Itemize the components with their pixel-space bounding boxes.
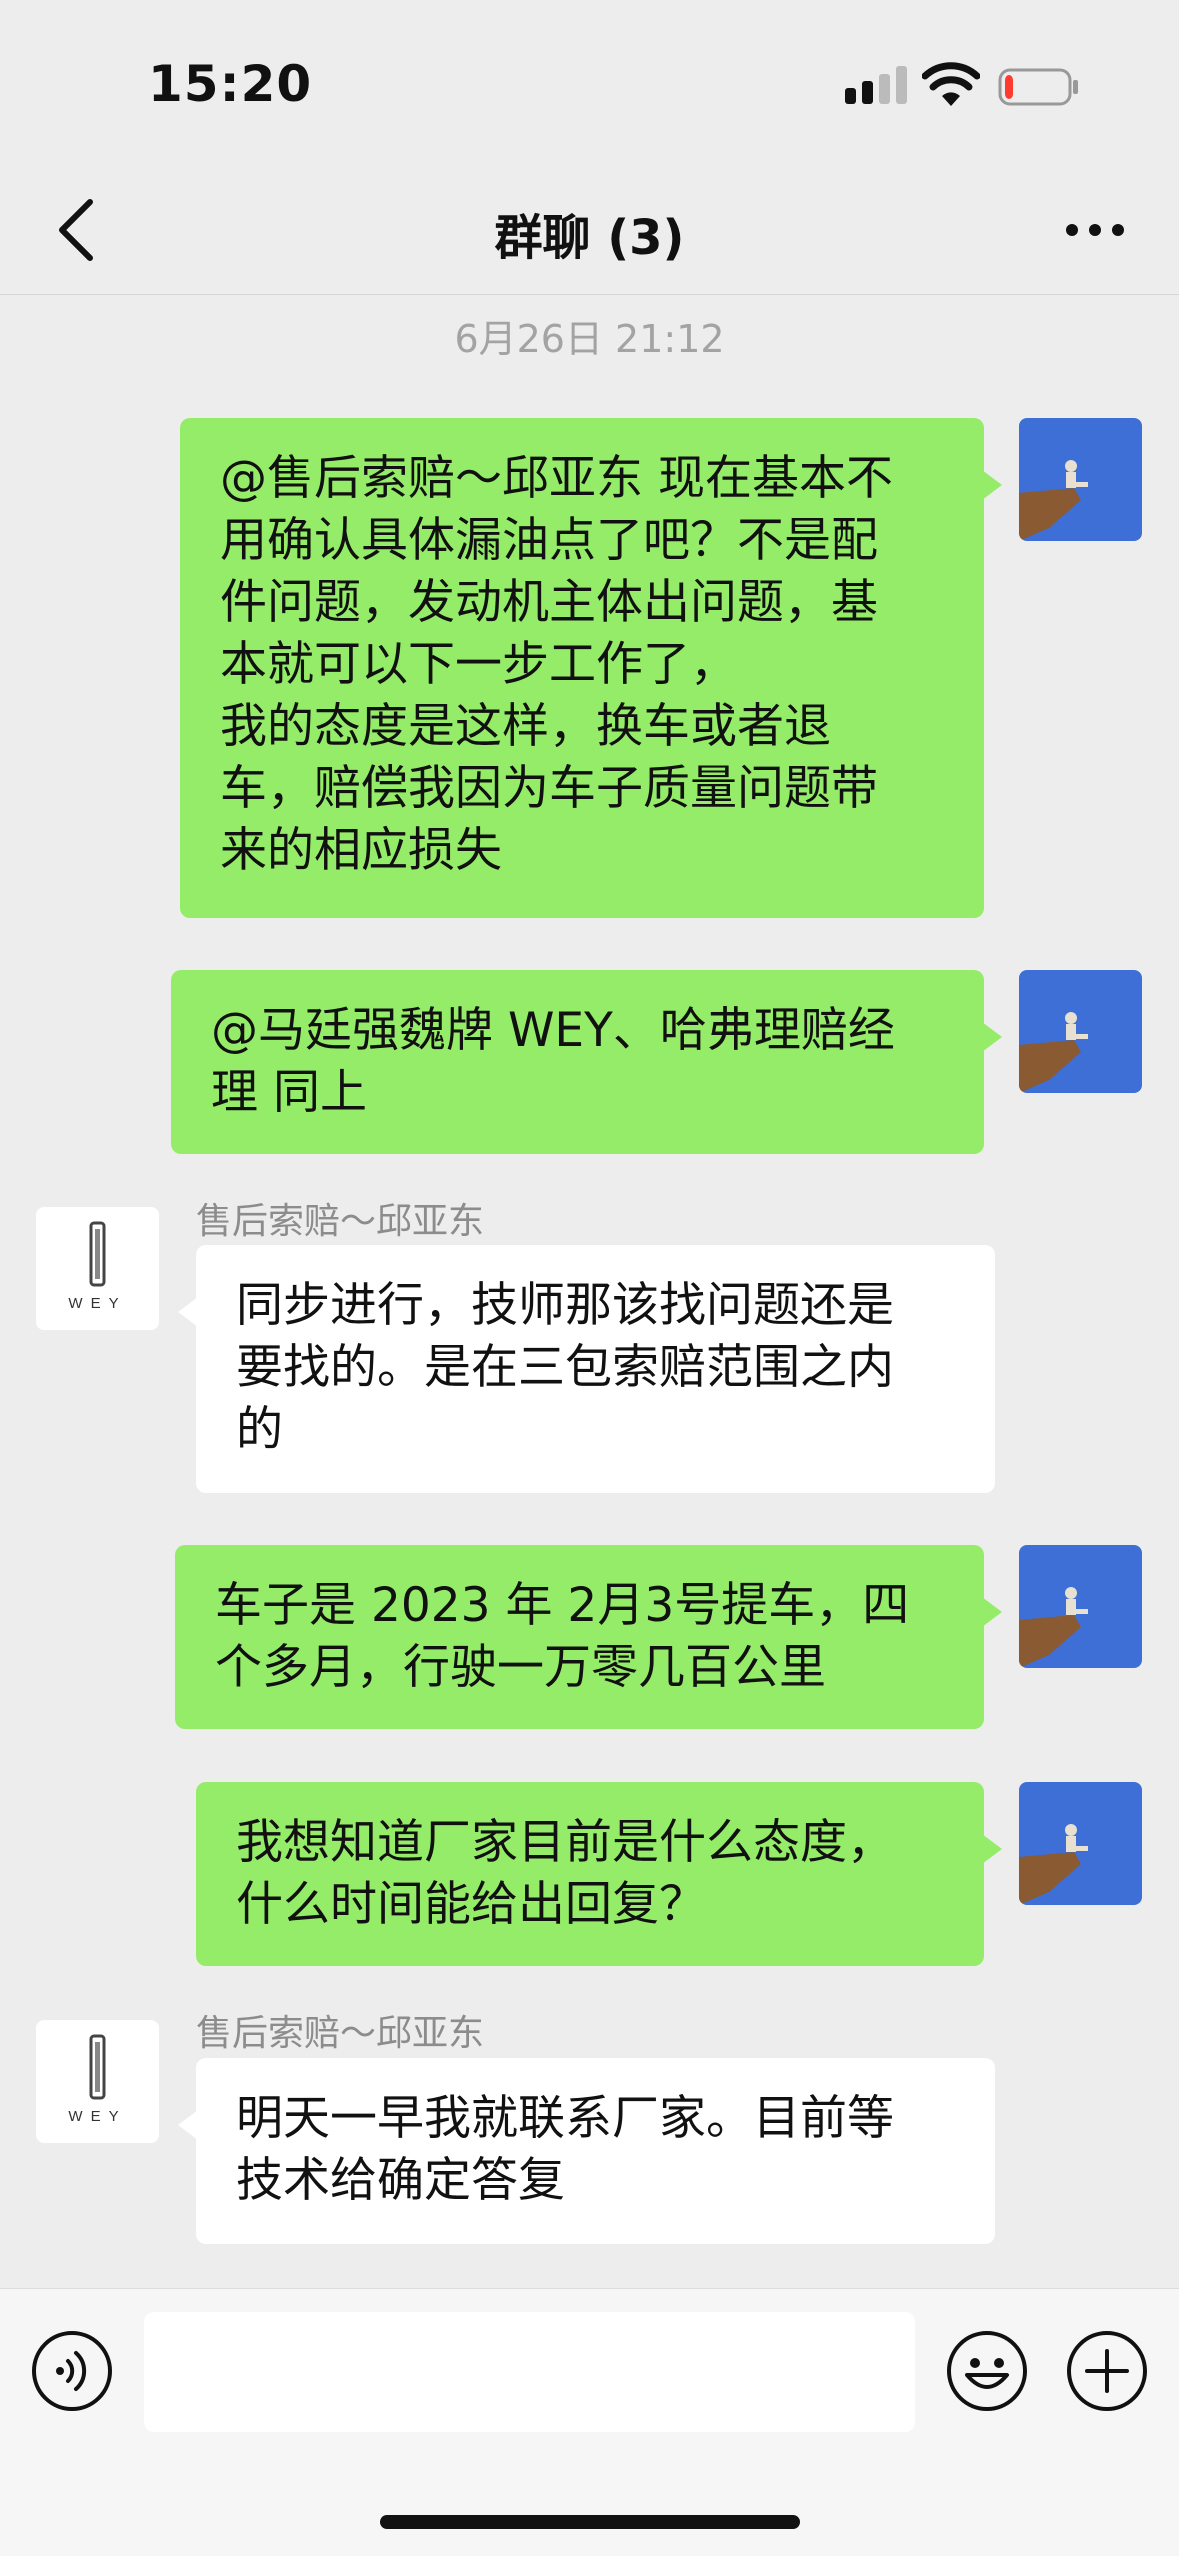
sender-name: 售后索赔～邱亚东 bbox=[196, 1201, 485, 1242]
message-input[interactable] bbox=[144, 2312, 915, 2432]
wifi-icon bbox=[922, 62, 980, 106]
plus-icon[interactable] bbox=[1065, 2329, 1149, 2413]
self-avatar-image bbox=[1019, 970, 1142, 1093]
message-text: @售后索赔～邱亚东 现在基本不 用确认具体漏油点了吧？不是配 件问题，发动机主体… bbox=[220, 451, 893, 878]
message-text: @马廷强魏牌 WEY、哈弗理赔经 理 同上 bbox=[211, 1003, 895, 1120]
message-bubble[interactable]: @售后索赔～邱亚东 现在基本不 用确认具体漏油点了吧？不是配 件问题，发动机主体… bbox=[180, 418, 1002, 918]
message-bubble[interactable]: 车子是 2023 年 2月3号提车，四 个多月，行驶一万零几百公里 bbox=[175, 1545, 1002, 1729]
status-bar: 15:20 bbox=[0, 0, 1179, 160]
self-avatar-image bbox=[1019, 1782, 1142, 1905]
message-bubble[interactable]: 我想知道厂家目前是什么态度， 什么时间能给出回复？ bbox=[196, 1782, 1002, 1966]
avatar[interactable] bbox=[1019, 418, 1142, 541]
sender-name: 售后索赔～邱亚东 bbox=[196, 2013, 485, 2054]
message-bubble[interactable]: @马廷强魏牌 WEY、哈弗理赔经 理 同上 bbox=[171, 970, 1002, 1154]
avatar[interactable]: WEY bbox=[36, 2020, 159, 2143]
signal-icon bbox=[845, 66, 907, 104]
avatar[interactable]: WEY bbox=[36, 1207, 159, 1330]
message-bubble[interactable]: 同步进行，技师那该找问题还是 要找的。是在三包索赔范围之内 的 bbox=[178, 1245, 995, 1493]
avatar-label: WEY bbox=[68, 1295, 127, 1312]
message-bubble[interactable]: 明天一早我就联系厂家。目前等 技术给确定答复 bbox=[178, 2058, 995, 2244]
wey-logo-icon: WEY bbox=[36, 1207, 159, 1330]
status-time: 15:20 bbox=[148, 55, 313, 113]
self-avatar-image bbox=[1019, 1545, 1142, 1668]
avatar[interactable] bbox=[1019, 970, 1142, 1093]
home-indicator bbox=[380, 2515, 800, 2529]
avatar-label: WEY bbox=[68, 2108, 127, 2125]
emoji-icon[interactable] bbox=[945, 2329, 1029, 2413]
nav-bar: 群聊 (3) bbox=[0, 160, 1179, 295]
more-dots-icon[interactable] bbox=[1050, 200, 1140, 260]
voice-icon[interactable] bbox=[30, 2329, 114, 2413]
message-text: 我想知道厂家目前是什么态度， 什么时间能给出回复？ bbox=[236, 1815, 894, 1932]
chat-title: 群聊 (3) bbox=[494, 210, 685, 266]
self-avatar-image bbox=[1019, 418, 1142, 541]
wey-logo-icon: WEY bbox=[36, 2020, 159, 2143]
message-timestamp: 6月26日 21:12 bbox=[454, 317, 725, 361]
avatar[interactable] bbox=[1019, 1545, 1142, 1668]
avatar[interactable] bbox=[1019, 1782, 1142, 1905]
message-text: 同步进行，技师那该找问题还是 要找的。是在三包索赔范围之内 的 bbox=[236, 1278, 894, 1457]
message-text: 车子是 2023 年 2月3号提车，四 个多月，行驶一万零几百公里 bbox=[215, 1578, 910, 1695]
chat-screen: 15:20 群聊 (3) 6月26日 21:12 @售后索赔～邱亚东 现在基本不… bbox=[0, 0, 1179, 2556]
message-text: 明天一早我就联系厂家。目前等 技术给确定答复 bbox=[236, 2091, 894, 2208]
battery-icon bbox=[998, 68, 1078, 106]
